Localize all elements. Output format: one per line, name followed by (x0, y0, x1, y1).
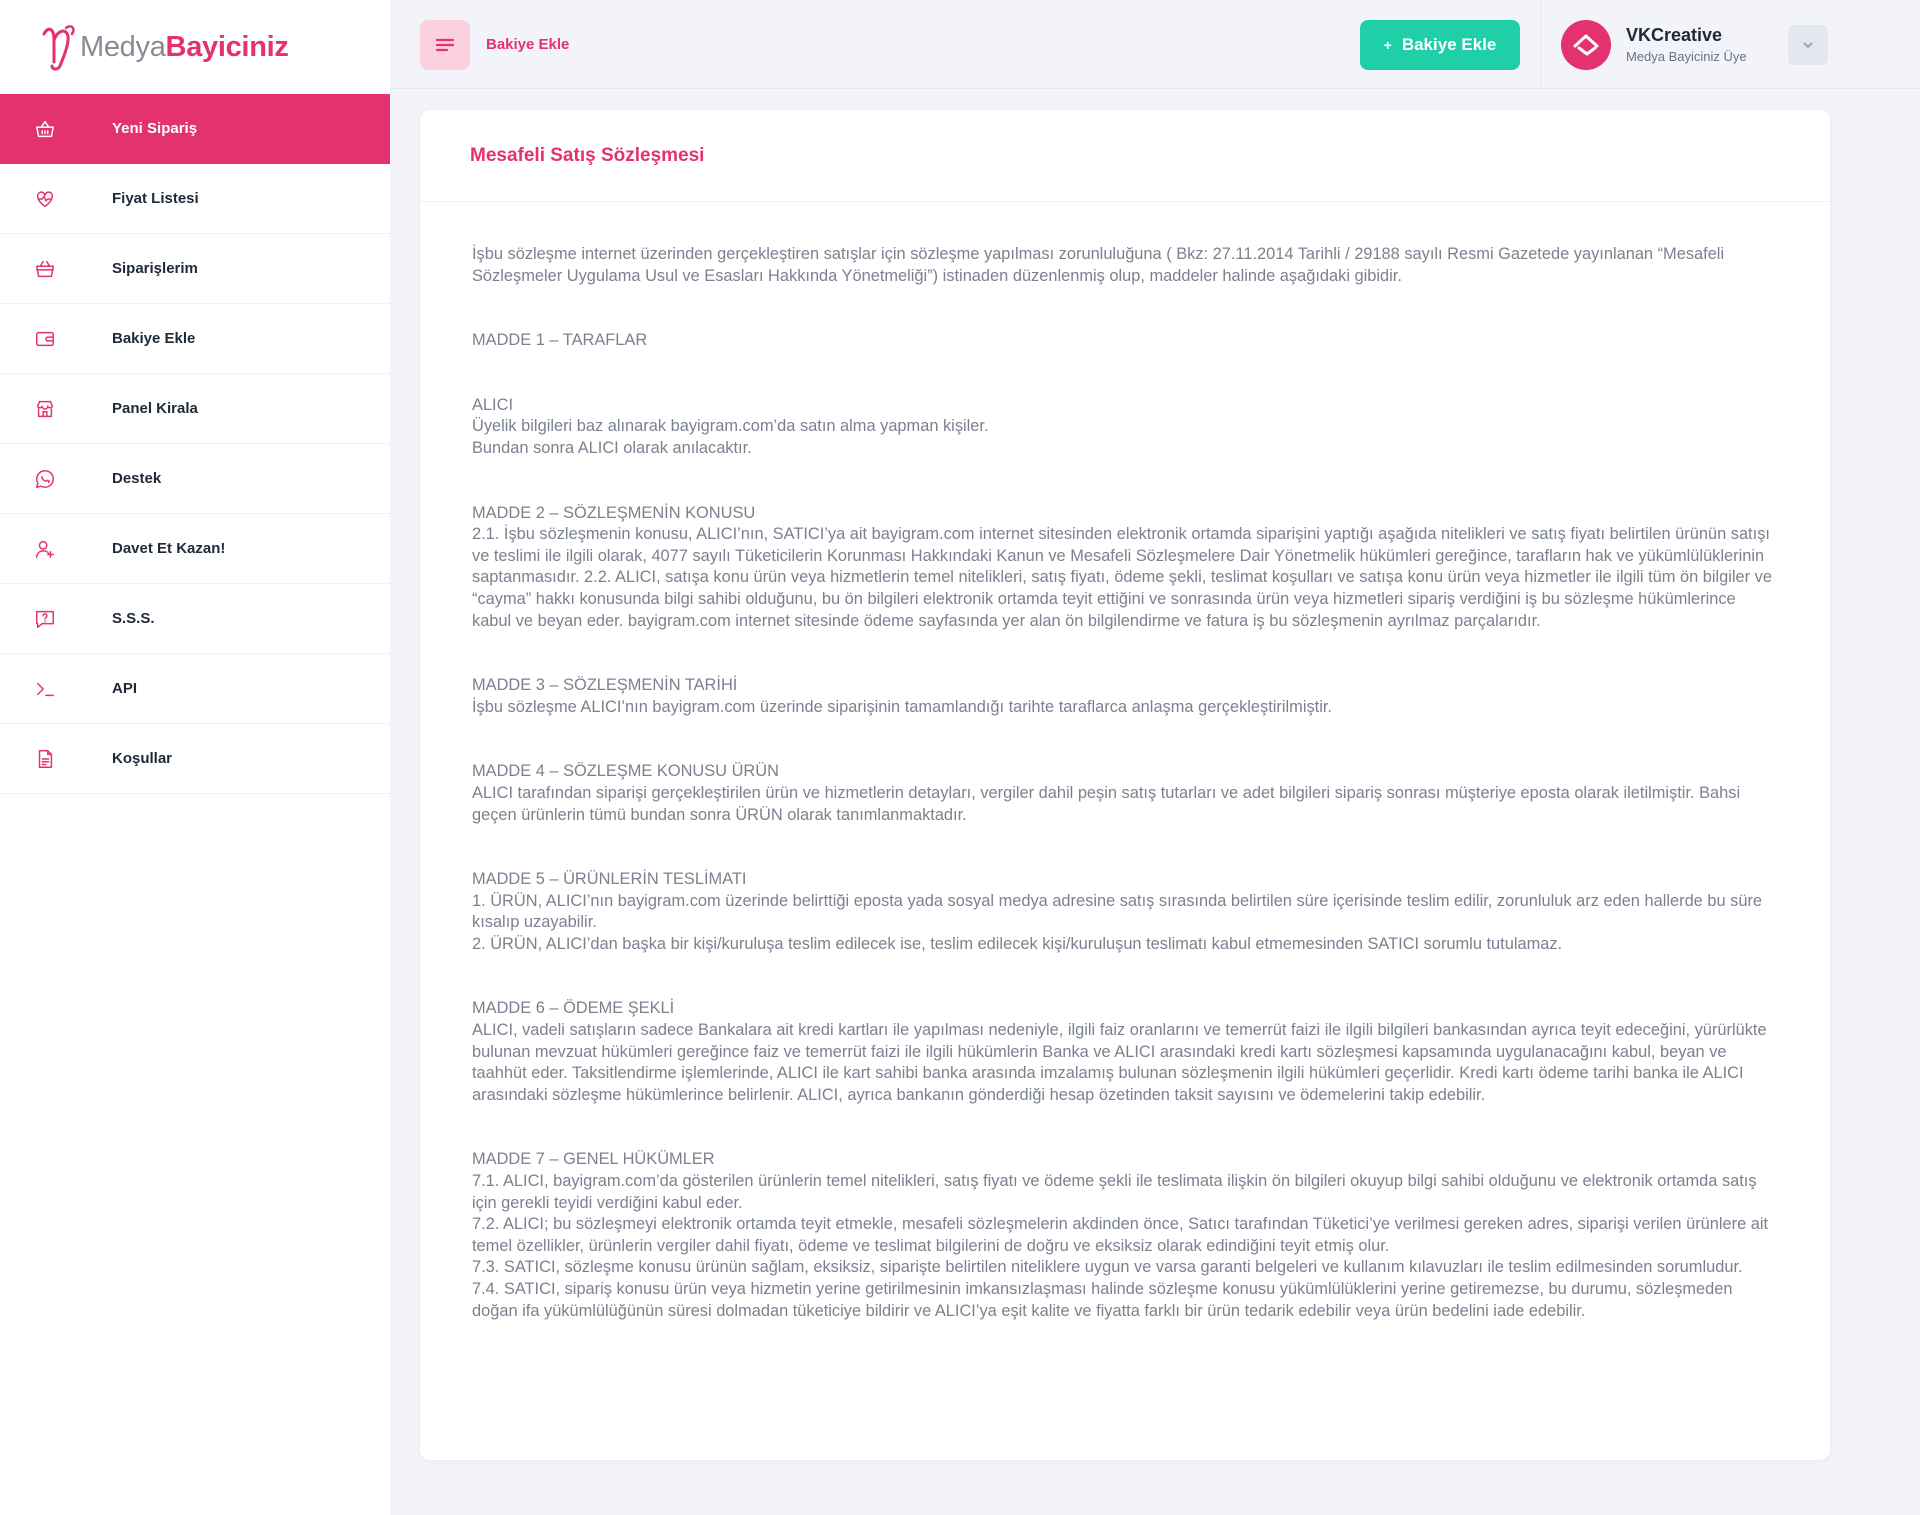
madde-5-title: MADDE 5 – ÜRÜNLERİN TESLİMATI (472, 870, 747, 889)
avatar[interactable] (1561, 20, 1611, 70)
sidebar-item-kosullar[interactable]: Koşullar (0, 724, 390, 794)
alici-text-1: Üyelik bilgileri baz alınarak bayigram.c… (472, 417, 989, 436)
madde-2-section: MADDE 2 – SÖZLEŞMENİN KONUSU 2.1. İşbu s… (472, 503, 1778, 633)
intro-text: İşbu sözleşme internet üzerinden gerçekl… (472, 245, 1725, 285)
terminal-icon (34, 678, 56, 700)
basket-icon (34, 118, 56, 140)
madde-7-text-4: 7.4. SATICI, sipariş konusu ürün veya hi… (472, 1280, 1733, 1320)
madde-7-text-3: 7.3. SATICI, sözleşme konusu ürünün sağl… (472, 1258, 1743, 1277)
user-name[interactable]: VKCreative (1626, 25, 1722, 46)
header-divider (1540, 0, 1541, 89)
sidebar-item-label: Bakiye Ekle (112, 330, 196, 347)
sidebar-item-panel-kirala[interactable]: Panel Kirala (0, 374, 390, 444)
add-balance-label: Bakiye Ekle (1401, 35, 1497, 54)
madde-7-text-2: 7.2. ALICI; bu sözleşmeyi elektronik ort… (472, 1215, 1769, 1255)
logo-icon (42, 25, 75, 71)
chat-icon (34, 468, 56, 490)
chevron-down-icon (1803, 42, 1813, 49)
sidebar-item-bakiye-ekle[interactable]: Bakiye Ekle (0, 304, 390, 374)
sidebar-item-davet-et-kazan[interactable]: Davet Et Kazan! (0, 514, 390, 584)
menu-toggle-button[interactable] (420, 20, 470, 70)
madde-7-title: MADDE 7 – GENEL HÜKÜMLER (472, 1150, 715, 1169)
sidebar-item-label: API (112, 680, 138, 697)
alici-section: ALICI Üyelik bilgileri baz alınarak bayi… (472, 395, 1778, 460)
menu-icon (435, 38, 455, 52)
madde-4-text: ALICI tarafından siparişi gerçekleştiril… (472, 783, 1741, 824)
sidebar-item-siparislerim[interactable]: Siparişlerim (0, 234, 390, 304)
sidebar-item-label: Destek (112, 470, 162, 487)
agreement-text: İşbu sözleşme internet üzerinden gerçekl… (420, 202, 1830, 1322)
question-icon (34, 608, 56, 630)
breadcrumb[interactable]: Bakiye Ekle (486, 36, 569, 53)
user-plus-icon (34, 538, 56, 560)
madde-3-title: MADDE 3 – SÖZLEŞMENİN TARİHİ (472, 676, 738, 695)
madde-7-section: MADDE 7 – GENEL HÜKÜMLER 7.1. ALICI, bay… (472, 1149, 1778, 1322)
document-icon (34, 748, 56, 770)
sidebar-item-label: Yeni Sipariş (112, 120, 198, 137)
sidebar-item-label: Fiyat Listesi (112, 190, 199, 207)
alici-text-2: Bundan sonra ALICI olarak anılacaktır. (472, 438, 752, 457)
madde-6-title: MADDE 6 – ÖDEME ŞEKLİ (472, 999, 675, 1018)
store-icon (34, 398, 56, 420)
sidebar-item-fiyat-listesi[interactable]: Fiyat Listesi (0, 164, 390, 234)
madde-2-text: 2.1. İşbu sözleşmenin konusu, ALICI’nın,… (472, 525, 1772, 630)
madde-5-text-1: 1. ÜRÜN, ALICI’nın bayigram.com üzerinde… (472, 891, 1763, 932)
alici-title: ALICI (472, 395, 513, 414)
user-menu-dropdown[interactable] (1788, 25, 1828, 65)
shopping-basket-icon (34, 258, 56, 280)
sidebar-item-label: Davet Et Kazan! (112, 540, 226, 557)
card-header: Mesafeli Satış Sözleşmesi (420, 110, 1830, 202)
wallet-icon (34, 328, 56, 350)
madde-1-section: MADDE 1 – TARAFLAR (472, 330, 1778, 352)
madde-7-text-1: 7.1. ALICI, bayigram.com’da gösterilen ü… (472, 1172, 1757, 1212)
brand-logo[interactable]: MedyaBayiciniz (0, 0, 390, 94)
sidebar-item-label: Siparişlerim (112, 260, 198, 277)
agreement-card: Mesafeli Satış Sözleşmesi İşbu sözleşme … (420, 110, 1830, 1460)
intro-section: İşbu sözleşme internet üzerinden gerçekl… (472, 244, 1778, 287)
plus-icon: + (1383, 37, 1392, 53)
madde-5-section: MADDE 5 – ÜRÜNLERİN TESLİMATI 1. ÜRÜN, A… (472, 869, 1778, 955)
madde-2-title: MADDE 2 – SÖZLEŞMENİN KONUSU (472, 503, 756, 522)
sidebar-nav: Yeni Sipariş Fiyat Listesi Siparişlerim … (0, 94, 390, 794)
madde-5-text-2: 2. ÜRÜN, ALICI’dan başka bir kişi/kurulu… (472, 934, 1563, 953)
madde-4-section: MADDE 4 – SÖZLEŞME KONUSU ÜRÜN ALICI tar… (472, 761, 1778, 826)
madde-4-title: MADDE 4 – SÖZLEŞME KONUSU ÜRÜN (472, 762, 779, 781)
user-role: Medya Bayiciniz Üye (1626, 49, 1747, 64)
madde-1-title: MADDE 1 – TARAFLAR (472, 331, 648, 350)
sidebar-item-label: Panel Kirala (112, 400, 198, 417)
sidebar-item-destek[interactable]: Destek (0, 444, 390, 514)
madde-6-text: ALICI, vadeli satışların sadece Bankalar… (472, 1021, 1767, 1104)
sidebar-item-api[interactable]: API (0, 654, 390, 724)
sidebar-item-label: Koşullar (112, 750, 173, 767)
topbar: Bakiye Ekle + Bakiye Ekle VKCreative Med… (390, 0, 1920, 89)
sidebar-item-sss[interactable]: S.S.S. (0, 584, 390, 654)
madde-3-section: MADDE 3 – SÖZLEŞMENİN TARİHİ İşbu sözleş… (472, 675, 1778, 718)
add-balance-button[interactable]: + Bakiye Ekle (1360, 20, 1520, 70)
madde-6-section: MADDE 6 – ÖDEME ŞEKLİ ALICI, vadeli satı… (472, 998, 1778, 1106)
sidebar: MedyaBayiciniz Yeni Sipariş Fiyat Listes… (0, 0, 390, 1515)
brand-name: MedyaBayiciniz (80, 30, 289, 63)
sidebar-item-yeni-siparis[interactable]: Yeni Sipariş (0, 94, 390, 164)
sidebar-item-label: S.S.S. (112, 610, 155, 627)
page-title: Mesafeli Satış Sözleşmesi (470, 144, 705, 166)
madde-3-text: İşbu sözleşme ALICI’nın bayigram.com üze… (472, 697, 1332, 716)
user-avatar-icon (1573, 34, 1599, 56)
heart-pulse-icon (34, 188, 56, 210)
